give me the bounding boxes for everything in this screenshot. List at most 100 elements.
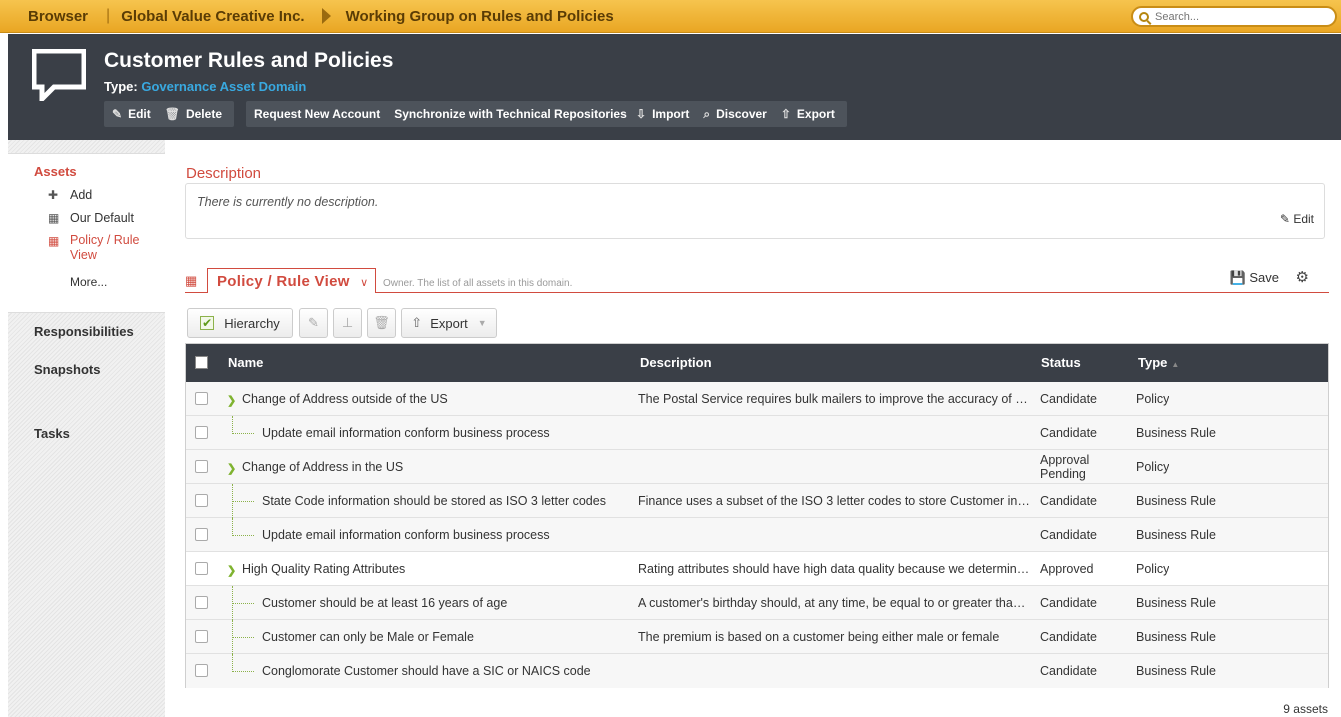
expand-chevron-icon[interactable]: ❯ xyxy=(227,564,236,577)
sidebar-item-label: Policy / Rule View xyxy=(70,233,140,262)
table-row[interactable]: Customer should be at least 16 years of … xyxy=(186,586,1328,620)
row-name[interactable]: Update email information conform busines… xyxy=(262,528,550,542)
row-checkbox[interactable] xyxy=(195,630,208,643)
tree-connector xyxy=(232,637,254,638)
row-checkbox[interactable] xyxy=(195,664,208,677)
row-checkbox[interactable] xyxy=(195,426,208,439)
type-link[interactable]: Governance Asset Domain xyxy=(141,79,306,94)
row-description: Rating attributes should have high data … xyxy=(638,562,1030,576)
row-name[interactable]: High Quality Rating Attributes xyxy=(242,562,405,576)
discover-button[interactable]: ⌕ Discover xyxy=(703,107,766,122)
description-edit-button[interactable]: ✎ Edit xyxy=(1280,212,1314,226)
hierarchy-icon: ⊥ xyxy=(341,315,354,330)
gear-icon[interactable]: ⚙ xyxy=(1296,268,1309,286)
export-button[interactable]: ⇧ Export xyxy=(781,107,835,121)
edit-button[interactable]: ✎ Edit xyxy=(112,107,151,121)
table-row[interactable]: Customer can only be Male or Female The … xyxy=(186,620,1328,654)
sidebar-item-policy-rule-view[interactable]: ▦ Policy / Rule View xyxy=(48,233,165,263)
row-checkbox[interactable] xyxy=(195,392,208,405)
column-header-status[interactable]: Status xyxy=(1041,355,1081,370)
delete-row-button[interactable]: 🗑 xyxy=(367,308,396,338)
column-header-type[interactable]: Type ▲ xyxy=(1138,355,1179,370)
table-view-icon: ▦ xyxy=(48,234,60,248)
row-checkbox[interactable] xyxy=(195,596,208,609)
row-checkbox[interactable] xyxy=(195,494,208,507)
row-type: Policy xyxy=(1136,392,1170,406)
row-name[interactable]: Customer should be at least 16 years of … xyxy=(262,596,507,610)
row-checkbox[interactable] xyxy=(195,562,208,575)
domain-header: Customer Rules and Policies Type: Govern… xyxy=(8,34,1341,140)
tree-connector xyxy=(232,416,233,434)
table-row[interactable]: ❯ Change of Address outside of the US Th… xyxy=(186,382,1328,416)
request-new-account-button[interactable]: Request New Account xyxy=(254,107,380,121)
search-input[interactable] xyxy=(1155,10,1325,23)
row-name[interactable]: Change of Address outside of the US xyxy=(242,392,448,406)
table-row[interactable]: State Code information should be stored … xyxy=(186,484,1328,518)
import-label: Import xyxy=(652,107,690,121)
table-row[interactable]: ❯ Change of Address in the US Approval P… xyxy=(186,450,1328,484)
sidebar-links: Responsibilities Snapshots Tasks xyxy=(8,312,165,717)
import-button[interactable]: ⇩ Import xyxy=(636,107,689,121)
breadcrumb-browser[interactable]: Browser xyxy=(28,8,88,25)
save-view-button[interactable]: 💾 Save xyxy=(1230,270,1279,286)
row-name[interactable]: Customer can only be Male or Female xyxy=(262,630,474,644)
pencil-icon: ✎ xyxy=(308,315,319,330)
row-type: Business Rule xyxy=(1136,664,1216,678)
sidebar-assets-title[interactable]: Assets xyxy=(34,164,165,179)
row-status: Candidate xyxy=(1040,494,1097,508)
export-dropdown[interactable]: ⇧ Export ▼ xyxy=(401,308,497,338)
sidebar: Assets ✚ Add ▦ Our Default ▦ Policy / Ru… xyxy=(8,140,165,717)
tree-connector xyxy=(232,603,254,604)
table-row[interactable]: ❯ High Quality Rating Attributes Rating … xyxy=(186,552,1328,586)
check-icon: ✔ xyxy=(200,316,215,330)
grid-toolbar: ✔ Hierarchy ✎ ⊥ 🗑 ⇧ Export ▼ xyxy=(187,308,503,338)
expand-chevron-icon[interactable]: ❯ xyxy=(227,394,236,407)
breadcrumb-subcommunity[interactable]: Working Group on Rules and Policies xyxy=(346,8,614,25)
select-all-checkbox[interactable] xyxy=(195,356,208,369)
edit-row-button[interactable]: ✎ xyxy=(299,308,328,338)
sidebar-item-add[interactable]: ✚ Add xyxy=(48,188,165,202)
row-name[interactable]: Conglomorate Customer should have a SIC … xyxy=(262,664,591,678)
row-type: Business Rule xyxy=(1136,494,1216,508)
export-icon: ⇧ xyxy=(780,107,791,121)
import-icon: ⇩ xyxy=(636,107,647,121)
row-name[interactable]: Change of Address in the US xyxy=(242,460,403,474)
row-description: Finance uses a subset of the ISO 3 lette… xyxy=(638,494,1030,508)
move-button[interactable]: ⊥ xyxy=(333,308,362,338)
row-name[interactable]: State Code information should be stored … xyxy=(262,494,606,508)
sidebar-item-tasks[interactable]: Tasks xyxy=(34,426,165,441)
trash-icon: 🗑 xyxy=(373,315,390,330)
row-type: Business Rule xyxy=(1136,630,1216,644)
row-type: Policy xyxy=(1136,562,1170,576)
hierarchy-toggle[interactable]: ✔ Hierarchy xyxy=(187,308,293,338)
column-header-name[interactable]: Name xyxy=(228,355,263,370)
sidebar-more-link[interactable]: More... xyxy=(70,275,165,289)
discover-icon: ⌕ xyxy=(703,106,711,121)
view-selector[interactable]: Policy / Rule View ∨ xyxy=(207,268,376,293)
table-row[interactable]: Conglomorate Customer should have a SIC … xyxy=(186,654,1328,688)
search-box[interactable] xyxy=(1131,6,1337,27)
save-label: Save xyxy=(1249,270,1279,285)
expand-chevron-icon[interactable]: ❯ xyxy=(227,462,236,475)
sidebar-item-snapshots[interactable]: Snapshots xyxy=(34,362,165,377)
delete-button[interactable]: 🗑 Delete xyxy=(165,107,222,121)
tree-connector xyxy=(232,501,254,502)
sidebar-item-label: Add xyxy=(70,188,93,202)
table-row[interactable]: Update email information conform busines… xyxy=(186,518,1328,552)
breadcrumb-community[interactable]: Global Value Creative Inc. xyxy=(121,8,304,25)
sidebar-item-label: Our Default xyxy=(70,211,134,225)
synchronize-button[interactable]: Synchronize with Technical Repositories xyxy=(394,107,627,121)
row-status: Candidate xyxy=(1040,630,1097,644)
row-checkbox[interactable] xyxy=(195,460,208,473)
table-row[interactable]: Update email information conform busines… xyxy=(186,416,1328,450)
row-name[interactable]: Update email information conform busines… xyxy=(262,426,550,440)
row-checkbox[interactable] xyxy=(195,528,208,541)
chevron-down-icon: ∨ xyxy=(360,277,369,289)
column-header-description[interactable]: Description xyxy=(640,355,712,370)
row-status: Candidate xyxy=(1040,392,1097,406)
sidebar-item-responsibilities[interactable]: Responsibilities xyxy=(34,324,165,339)
sidebar-item-our-default[interactable]: ▦ Our Default xyxy=(48,211,165,225)
row-status: Candidate xyxy=(1040,664,1097,678)
breadcrumb-separator: | xyxy=(106,7,111,24)
tree-connector xyxy=(232,671,254,672)
